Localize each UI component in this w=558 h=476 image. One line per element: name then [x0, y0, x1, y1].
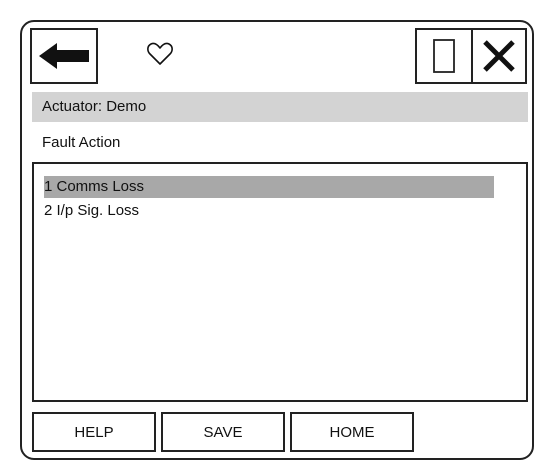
title-bar: Actuator: Demo — [32, 92, 528, 122]
list-item-ip-sig-loss[interactable]: 2 I/p Sig. Loss — [44, 200, 139, 222]
back-button[interactable] — [30, 28, 98, 84]
list-item-comms-loss[interactable]: 1 Comms Loss — [44, 176, 494, 198]
favorite-button[interactable] — [145, 40, 175, 68]
title-text: Actuator: Demo — [42, 98, 147, 115]
home-button[interactable]: HOME — [290, 412, 414, 452]
back-arrow-icon — [39, 43, 89, 69]
close-x-icon — [483, 40, 515, 72]
fault-action-list[interactable]: 1 Comms Loss 2 I/p Sig. Loss — [32, 162, 528, 402]
close-button[interactable] — [471, 28, 527, 84]
heart-outline-icon — [147, 42, 173, 65]
page-subtitle: Fault Action — [42, 134, 121, 151]
help-button[interactable]: HELP — [32, 412, 156, 452]
window-button[interactable] — [415, 28, 471, 84]
window-rectangle-icon — [433, 39, 455, 73]
save-button[interactable]: SAVE — [161, 412, 285, 452]
